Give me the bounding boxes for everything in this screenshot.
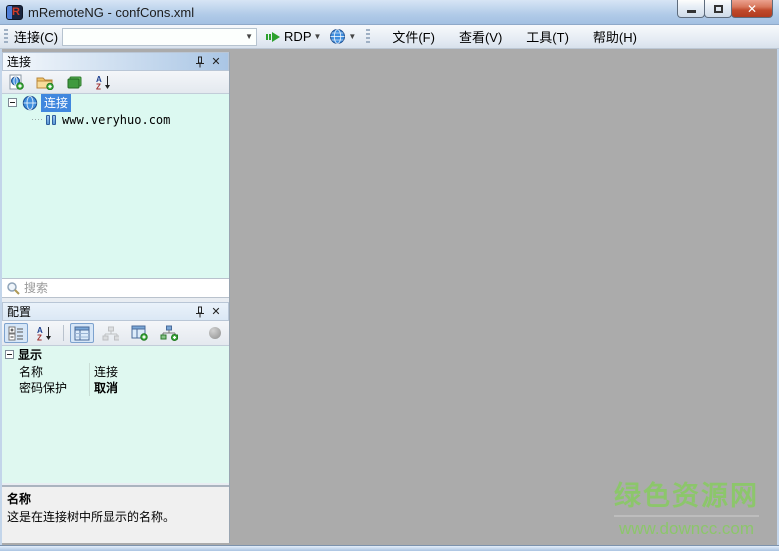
connections-panel-title: 连接 <box>7 55 32 69</box>
minimize-icon <box>686 10 696 13</box>
status-circle-icon <box>209 327 221 339</box>
tree-child-row[interactable]: www.veryhuo.com <box>2 111 229 128</box>
properties-add-icon <box>131 325 148 341</box>
close-icon: ✕ <box>211 56 221 68</box>
config-panel-header: 配置 ✕ <box>2 302 229 321</box>
tree-connector <box>32 119 44 120</box>
pin-button[interactable] <box>192 54 208 69</box>
menubar-grip[interactable] <box>366 28 371 45</box>
search-box[interactable] <box>2 278 229 298</box>
app-logo-icon: R <box>6 4 23 20</box>
help-title: 名称 <box>7 492 32 506</box>
watermark-title: 绿色资源网 <box>614 474 759 517</box>
property-grid: 显示 名称 连接 密码保护 取消 <box>2 345 229 483</box>
combo-dropdown-icon[interactable]: ▼ <box>242 29 256 45</box>
maximize-icon <box>713 4 723 13</box>
close-icon: ✕ <box>746 1 758 16</box>
window-border-bottom <box>0 545 779 551</box>
properties-grid-icon <box>74 326 90 340</box>
app-window: R mRemoteNG - confCons.xml ✕ 连接(C) ▼ RDP… <box>0 0 779 551</box>
config-panel-title: 配置 <box>7 305 32 319</box>
maximize-button[interactable] <box>704 0 732 18</box>
connections-tree: 连接 www.veryhuo.com <box>2 93 229 278</box>
inheritance-add-button[interactable] <box>156 323 182 343</box>
sort-properties-button[interactable]: A Z <box>32 323 57 343</box>
globe-dropdown-icon[interactable]: ▼ <box>348 32 356 41</box>
property-row-name[interactable]: 名称 连接 <box>2 362 229 380</box>
close-icon: ✕ <box>211 306 221 318</box>
property-category-row[interactable]: 显示 <box>2 346 229 363</box>
collapse-expander-icon[interactable] <box>5 350 14 359</box>
search-input[interactable] <box>24 281 229 295</box>
pin-icon <box>196 306 204 317</box>
menu-file[interactable]: 文件(F) <box>380 24 447 49</box>
window-title: mRemoteNG - confCons.xml <box>28 4 195 20</box>
connection-item-icon <box>46 114 56 125</box>
new-connection-button[interactable] <box>4 72 28 92</box>
protocol-label: RDP <box>284 29 312 44</box>
tree-root-label[interactable]: 连接 <box>41 94 72 112</box>
titlebar: R mRemoteNG - confCons.xml ✕ <box>0 0 779 25</box>
inheritance-icon <box>102 326 119 340</box>
svg-text:Z: Z <box>37 334 42 342</box>
tree-root-row[interactable]: 连接 <box>2 94 229 112</box>
minimize-button[interactable] <box>677 0 705 18</box>
menu-view[interactable]: 查看(V) <box>447 24 514 49</box>
pin-icon <box>196 56 204 67</box>
search-icon <box>7 281 20 295</box>
property-value[interactable]: 取消 <box>90 379 229 396</box>
property-value[interactable]: 连接 <box>90 363 229 380</box>
sort-az-icon: A Z <box>37 326 51 342</box>
sort-button[interactable]: A Z <box>91 72 116 92</box>
workspace: 绿色资源网 www.downcc.com <box>230 49 777 545</box>
panel-close-button[interactable]: ✕ <box>208 54 224 69</box>
quick-connect-label: 连接(C) <box>14 30 59 45</box>
show-inheritance-button[interactable] <box>98 323 123 343</box>
connections-panel-header: 连接 ✕ <box>2 52 229 71</box>
menu-help[interactable]: 帮助(H) <box>581 24 649 49</box>
toolbar-grip[interactable] <box>4 28 8 45</box>
svg-text:Z: Z <box>96 83 101 91</box>
pin-button[interactable] <box>192 304 208 319</box>
toolbar: 连接(C) ▼ RDP ▼ ▼ 文件(F) 查看(V) 工具(T) 帮助(H) <box>0 25 779 49</box>
sort-az-icon: A Z <box>96 75 110 91</box>
panel-close-button[interactable]: ✕ <box>208 304 224 319</box>
watermark: 绿色资源网 www.downcc.com <box>614 474 759 539</box>
property-row-password[interactable]: 密码保护 取消 <box>2 378 229 396</box>
protocol-dropdown-icon[interactable]: ▼ <box>314 32 322 41</box>
quick-connect-combo[interactable]: ▼ <box>62 27 258 46</box>
collapse-expander-icon[interactable] <box>8 98 17 107</box>
globe-node-icon <box>22 95 38 110</box>
menubar: 文件(F) 查看(V) 工具(T) 帮助(H) <box>380 24 649 49</box>
new-folder-icon <box>36 77 54 90</box>
properties-add-button[interactable] <box>127 323 152 343</box>
property-help-box: 名称 这是在连接树中所显示的名称。 <box>2 485 229 543</box>
globe-icon[interactable] <box>329 28 346 45</box>
categorized-view-button[interactable] <box>4 323 28 343</box>
connections-toolbar: A Z <box>2 71 229 93</box>
collapse-all-button[interactable] <box>62 72 87 92</box>
toolbar-separator <box>63 325 64 341</box>
menu-tools[interactable]: 工具(T) <box>514 24 581 49</box>
property-name: 名称 <box>2 362 90 380</box>
tree-child-label[interactable]: www.veryhuo.com <box>62 113 170 127</box>
help-text: 这是在连接树中所显示的名称。 <box>7 510 176 524</box>
inheritance-add-icon <box>160 325 178 341</box>
categorized-icon <box>8 326 23 340</box>
property-name: 密码保护 <box>2 378 90 396</box>
connect-play-icon[interactable] <box>265 30 281 44</box>
new-connection-icon <box>9 74 24 90</box>
show-properties-button[interactable] <box>70 323 94 343</box>
layers-icon <box>67 76 82 88</box>
watermark-url: www.downcc.com <box>618 519 755 538</box>
new-folder-button[interactable] <box>32 72 58 92</box>
close-button[interactable]: ✕ <box>731 0 773 18</box>
property-category-label: 显示 <box>18 348 43 362</box>
config-toolbar: A Z <box>2 321 229 345</box>
quick-connect-input[interactable] <box>63 29 243 44</box>
left-dock: 连接 ✕ A Z 连接 www.veryhuo.com 搜索 配置 ✕ A Z … <box>2 52 230 543</box>
